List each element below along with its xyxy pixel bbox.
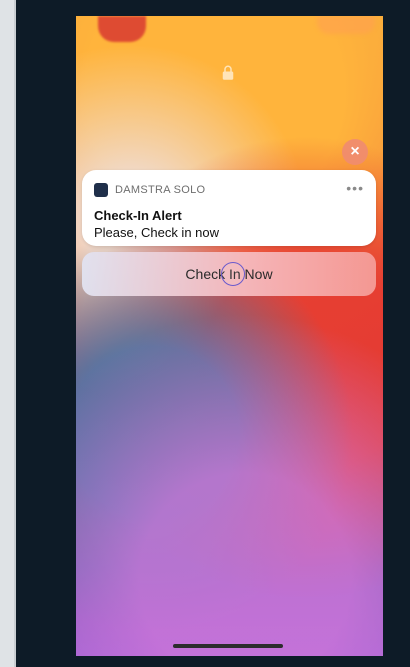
close-icon: ×	[350, 143, 360, 160]
tap-indicator	[221, 262, 245, 286]
notification-card[interactable]: DAMSTRA SOLO ••• Check-In Alert Please, …	[82, 170, 376, 246]
notification-body: Please, Check in now	[94, 225, 220, 240]
device-frame: × DAMSTRA SOLO ••• Check-In Alert Please…	[14, 0, 410, 667]
notification-title: Check-In Alert	[94, 208, 182, 223]
notification-app-name: DAMSTRA SOLO	[115, 184, 206, 196]
app-icon	[94, 183, 108, 197]
status-bar-left-blur	[98, 16, 146, 42]
lock-icon	[222, 65, 234, 80]
phone-screen: × DAMSTRA SOLO ••• Check-In Alert Please…	[76, 16, 383, 656]
status-bar-right-blur	[317, 16, 375, 34]
ellipsis-icon[interactable]: •••	[346, 180, 364, 196]
notification-dismiss-button[interactable]: ×	[342, 139, 368, 165]
home-indicator[interactable]	[173, 644, 283, 648]
